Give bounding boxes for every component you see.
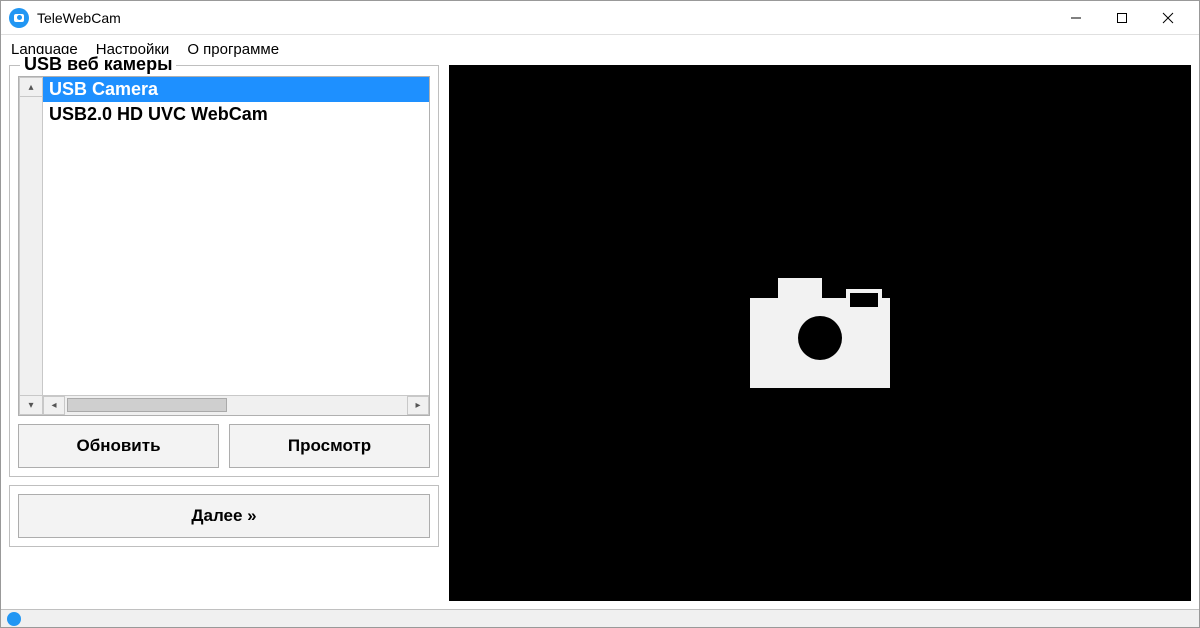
preview-button[interactable]: Просмотр — [229, 424, 430, 468]
scroll-track[interactable] — [19, 97, 43, 395]
camera-listbox[interactable]: ▴ ▾ USB Camera USB2.0 HD UVC WebCam ◂ ▸ — [18, 76, 430, 416]
next-groupbox: Далее » — [9, 485, 439, 547]
scroll-up-button[interactable]: ▴ — [19, 77, 43, 97]
minimize-button[interactable] — [1053, 3, 1099, 33]
preview-panel — [449, 65, 1191, 601]
list-item[interactable]: USB Camera — [43, 77, 429, 102]
hscroll-thumb[interactable] — [67, 398, 227, 412]
left-column: USB веб камеры ▴ ▾ USB Camera USB2.0 HD … — [9, 65, 439, 601]
menu-about[interactable]: О программе — [187, 41, 279, 58]
menubar: Language Настройки О программе — [1, 35, 1199, 63]
scroll-left-button[interactable]: ◂ — [43, 396, 65, 415]
app-icon — [9, 8, 29, 28]
refresh-button[interactable]: Обновить — [18, 424, 219, 468]
content-area: USB веб камеры ▴ ▾ USB Camera USB2.0 HD … — [1, 63, 1199, 609]
camera-groupbox: USB веб камеры ▴ ▾ USB Camera USB2.0 HD … — [9, 65, 439, 477]
next-button[interactable]: Далее » — [18, 494, 430, 538]
horizontal-scrollbar[interactable]: ◂ ▸ — [43, 395, 429, 415]
list-area: USB Camera USB2.0 HD UVC WebCam ◂ ▸ — [43, 77, 429, 415]
list-item[interactable]: USB2.0 HD UVC WebCam — [43, 102, 429, 127]
statusbar — [1, 609, 1199, 627]
hscroll-track[interactable] — [65, 396, 407, 415]
close-button[interactable] — [1145, 3, 1191, 33]
scroll-right-button[interactable]: ▸ — [407, 396, 429, 415]
groupbox-title: USB веб камеры — [20, 54, 176, 75]
window-controls — [1053, 3, 1191, 33]
window-title: TeleWebCam — [37, 10, 121, 26]
scroll-down-button[interactable]: ▾ — [19, 395, 43, 415]
status-icon — [7, 612, 21, 626]
titlebar: TeleWebCam — [1, 1, 1199, 35]
maximize-button[interactable] — [1099, 3, 1145, 33]
vertical-scrollbar[interactable]: ▴ ▾ — [19, 77, 43, 415]
camera-icon — [750, 278, 890, 388]
